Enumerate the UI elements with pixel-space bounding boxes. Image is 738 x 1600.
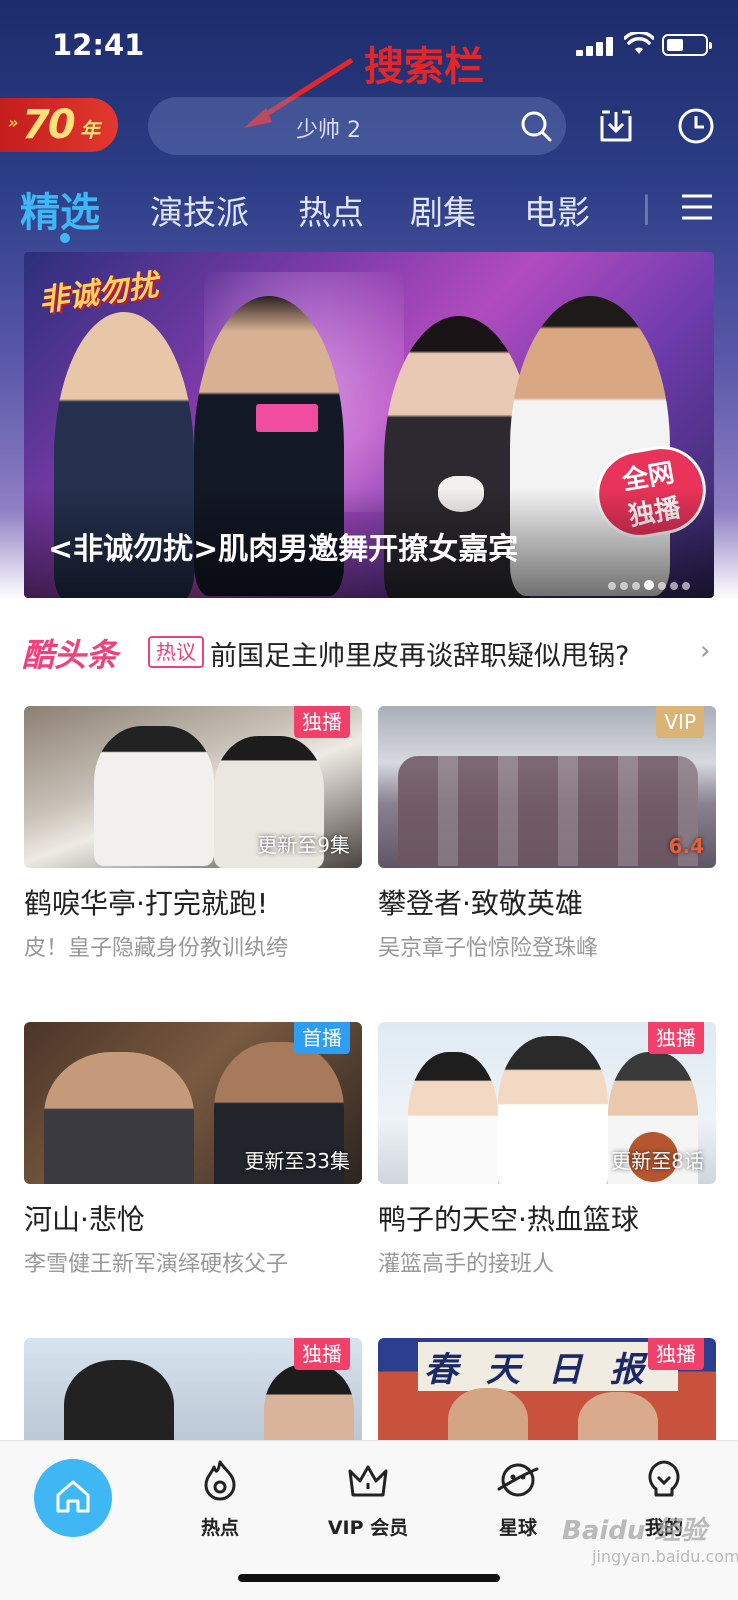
tab-acting[interactable]: 演技派 — [150, 186, 249, 234]
nav-vip[interactable]: VIP 会员 — [308, 1459, 428, 1540]
video-thumbnail[interactable]: 独播 — [24, 1338, 362, 1448]
crown-icon — [348, 1465, 388, 1497]
nav-planet[interactable]: 星球 — [458, 1459, 578, 1540]
headline-row[interactable]: 酷头条 热议 前国足主帅里皮再谈辞职疑似甩锅? › — [0, 610, 738, 690]
card-subtitle: 皮！皇子隐藏身份教训纨绔 — [24, 936, 289, 961]
flame-icon — [204, 1460, 236, 1501]
episode-label: 更新至8话 — [611, 1149, 704, 1173]
nav-home[interactable] — [34, 1459, 112, 1537]
card-title[interactable]: 鹤唳华亭·打完就跑! — [24, 882, 362, 922]
search-placeholder: 少帅 2 — [296, 118, 361, 143]
nav-hot[interactable]: 热点 — [160, 1459, 280, 1540]
wifi-icon — [624, 32, 654, 54]
nav-hot-label: 热点 — [200, 1517, 239, 1539]
card-badge: VIP — [656, 706, 704, 738]
anniversary-logo[interactable]: » 70 年 — [0, 98, 118, 152]
active-tab-indicator — [60, 233, 70, 243]
hero-banner[interactable]: 非诚勿扰 全网 独播 <非诚勿扰>肌肉男邀舞开撩女嘉宾 — [24, 252, 714, 598]
battery-icon — [662, 34, 712, 56]
headline-tag: 热议 — [148, 636, 204, 668]
video-thumbnail[interactable]: 首播 更新至33集 — [24, 1022, 362, 1184]
more-tabs-hint: 丨 — [630, 191, 663, 230]
card-title[interactable]: 河山·悲怆 — [24, 1198, 362, 1238]
video-card[interactable]: 独播 更新至9集 鹤唳华亭·打完就跑! 皮！皇子隐藏身份教训纨绔 — [24, 706, 362, 962]
headline-text: 前国足主帅里皮再谈辞职疑似甩锅? — [210, 641, 630, 672]
video-card[interactable]: 春天日报 独播 — [378, 1338, 716, 1448]
category-tabs: 精选 演技派 热点 剧集 电影 丨 — [0, 178, 738, 248]
tab-series[interactable]: 剧集 — [410, 186, 476, 234]
card-subtitle: 灌篮高手的接班人 — [378, 1252, 555, 1277]
banner-caption: <非诚勿扰>肌肉男邀舞开撩女嘉宾 — [48, 532, 519, 567]
home-icon — [56, 1480, 90, 1513]
video-card[interactable]: 独播 — [24, 1338, 362, 1448]
tab-movies[interactable]: 电影 — [524, 186, 590, 234]
headline-brand: 酷头条 — [22, 636, 119, 674]
planet-icon — [497, 1463, 539, 1497]
menu-icon[interactable] — [680, 192, 714, 222]
video-thumbnail[interactable]: 独播 更新至8话 — [378, 1022, 716, 1184]
nav-planet-label: 星球 — [498, 1517, 537, 1539]
video-thumbnail[interactable]: 春天日报 独播 — [378, 1338, 716, 1448]
home-indicator[interactable] — [238, 1574, 500, 1582]
cellular-signal-icon — [576, 36, 616, 56]
card-subtitle: 李雪健王新军演绎硬核父子 — [24, 1252, 289, 1277]
video-card[interactable]: VIP 6.4 攀登者·致敬英雄 吴京章子怡惊险登珠峰 — [378, 706, 716, 962]
baidu-watermark: Baidu 经验 jingyan.baidu.com — [562, 1516, 738, 1566]
card-title[interactable]: 鸭子的天空·热血篮球 — [378, 1198, 716, 1238]
video-card[interactable]: 独播 更新至8话 鸭子的天空·热血篮球 灌篮高手的接班人 — [378, 1022, 716, 1278]
episode-label: 更新至33集 — [244, 1149, 350, 1173]
episode-label: 更新至9集 — [257, 833, 350, 857]
card-badge: 首播 — [294, 1022, 350, 1054]
carousel-dots[interactable] — [604, 575, 690, 590]
video-thumbnail[interactable]: 独播 更新至9集 — [24, 706, 362, 868]
show-logo: 非诚勿扰 — [36, 267, 161, 320]
release-date-label: 6.4 — [668, 834, 704, 858]
poster-title: 春天日报 — [418, 1342, 678, 1391]
card-badge: 独播 — [648, 1338, 704, 1370]
bulb-icon — [648, 1460, 680, 1497]
status-time: 12:41 — [52, 28, 145, 62]
annotation-label: 搜索栏 — [364, 44, 484, 90]
search-input[interactable]: 少帅 2 — [148, 97, 566, 155]
video-thumbnail[interactable]: VIP 6.4 — [378, 706, 716, 868]
microphone-flag — [256, 404, 318, 432]
card-badge: 独播 — [294, 706, 350, 738]
download-icon[interactable] — [596, 106, 636, 146]
card-badge: 独播 — [294, 1338, 350, 1370]
card-subtitle: 吴京章子怡惊险登珠峰 — [378, 936, 599, 961]
nav-vip-label: VIP 会员 — [327, 1517, 409, 1539]
tab-hot[interactable]: 热点 — [298, 186, 364, 234]
search-icon[interactable] — [520, 110, 552, 142]
tab-featured[interactable]: 精选 — [20, 180, 100, 238]
history-clock-icon[interactable] — [676, 106, 716, 146]
chevron-right-icon[interactable]: › — [700, 636, 710, 666]
card-title[interactable]: 攀登者·致敬英雄 — [378, 882, 716, 922]
card-badge: 独播 — [648, 1022, 704, 1054]
video-card[interactable]: 首播 更新至33集 河山·悲怆 李雪健王新军演绎硬核父子 — [24, 1022, 362, 1278]
